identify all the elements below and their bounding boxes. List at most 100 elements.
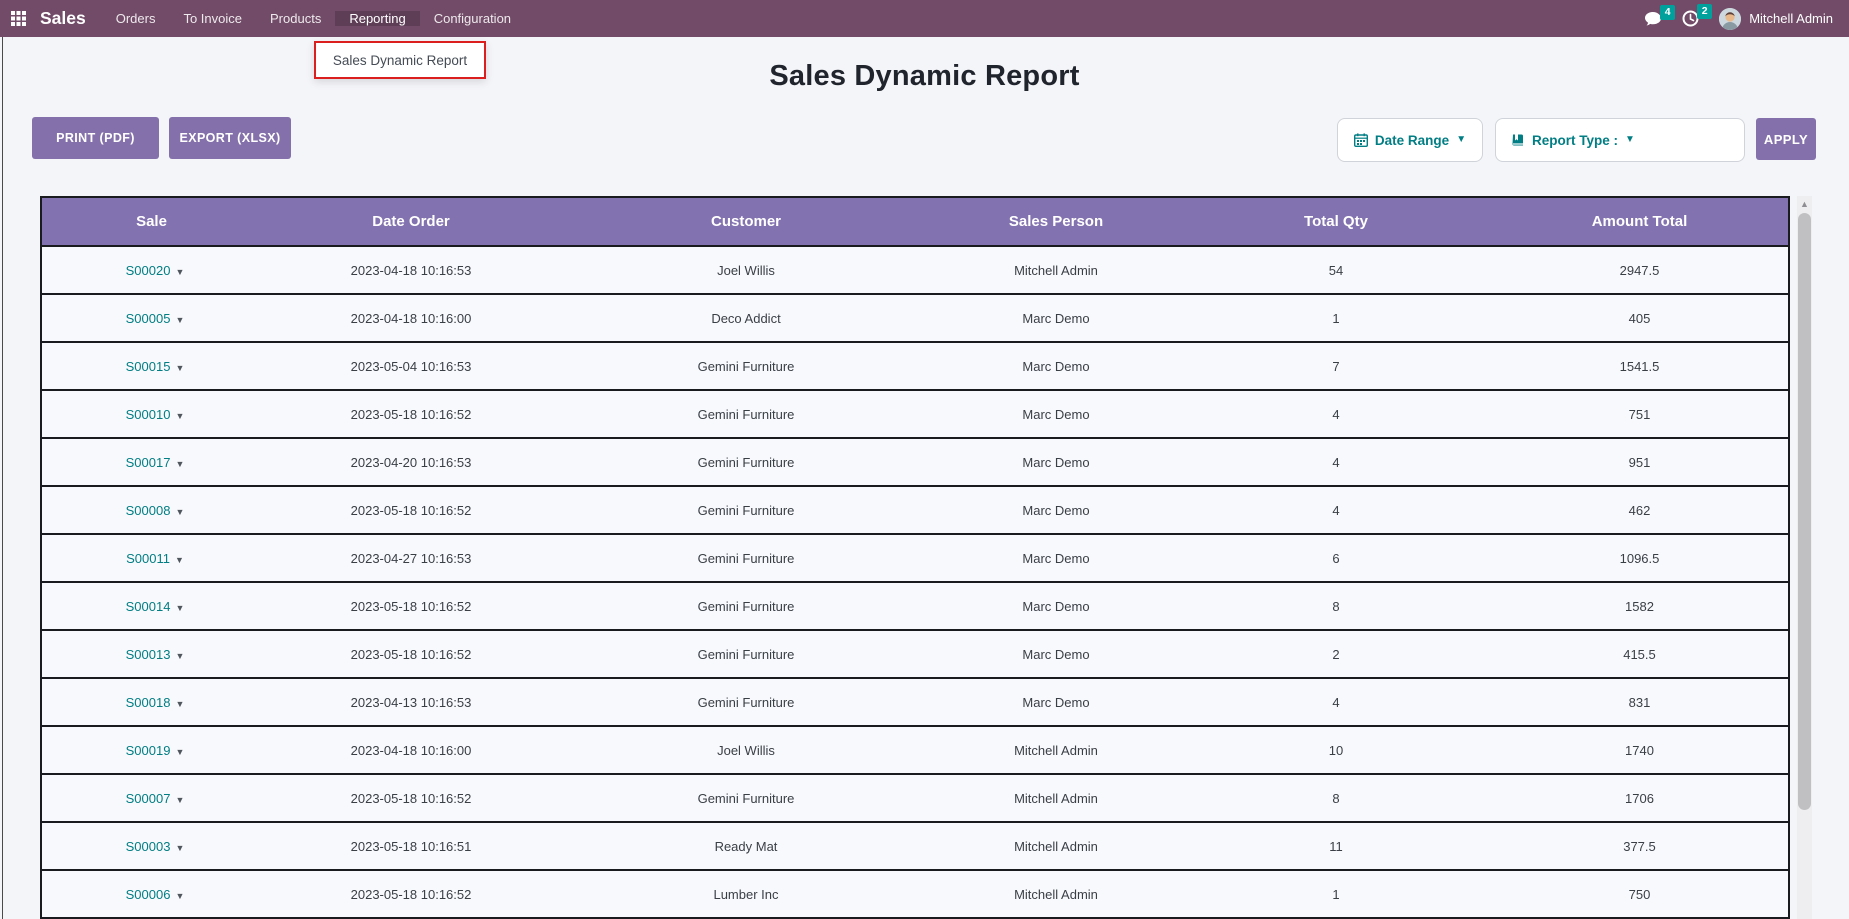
caret-down-icon[interactable]: ▼ bbox=[175, 747, 184, 757]
cell-total-qty: 4 bbox=[1181, 438, 1491, 486]
table-row: S00005▼ 2023-04-18 10:16:00 Deco Addict … bbox=[41, 294, 1789, 342]
caret-down-icon[interactable]: ▼ bbox=[175, 411, 184, 421]
cell-date-order: 2023-05-18 10:16:51 bbox=[261, 822, 561, 870]
cell-date-order: 2023-04-27 10:16:53 bbox=[261, 534, 561, 582]
table-row: S00011 ▼ 2023-04-27 10:16:53 Gemini Furni… bbox=[41, 534, 1789, 582]
cell-date-order: 2023-05-04 10:16:53 bbox=[261, 342, 561, 390]
cell-amount-total: 750 bbox=[1491, 870, 1789, 918]
sale-order-link[interactable]: S00013 bbox=[126, 647, 171, 662]
cell-amount-total: 1541.5 bbox=[1491, 342, 1789, 390]
report-table-body: S00020▼ 2023-04-18 10:16:53 Joel Willis … bbox=[41, 246, 1789, 918]
cell-sale: S00011 ▼ bbox=[41, 534, 261, 582]
sale-order-link[interactable]: S00019 bbox=[126, 743, 171, 758]
sale-order-link[interactable]: S00003 bbox=[126, 839, 171, 854]
cell-total-qty: 8 bbox=[1181, 582, 1491, 630]
activities-clock-icon[interactable]: 2 bbox=[1682, 10, 1699, 27]
nav-item-products[interactable]: Products bbox=[256, 11, 335, 26]
user-avatar bbox=[1719, 8, 1741, 30]
caret-down-icon[interactable]: ▼ bbox=[175, 651, 184, 661]
nav-item-to-invoice[interactable]: To Invoice bbox=[169, 11, 256, 26]
user-name: Mitchell Admin bbox=[1749, 11, 1833, 26]
caret-down-icon[interactable]: ▼ bbox=[175, 555, 184, 565]
sale-order-link[interactable]: S00011 bbox=[126, 551, 170, 566]
user-menu[interactable]: Mitchell Admin bbox=[1719, 8, 1833, 30]
nav-item-orders[interactable]: Orders bbox=[102, 11, 170, 26]
sale-order-link[interactable]: S00017 bbox=[126, 455, 171, 470]
sale-order-link[interactable]: S00014 bbox=[126, 599, 171, 614]
caret-down-icon[interactable]: ▼ bbox=[175, 843, 184, 853]
caret-down-icon[interactable]: ▼ bbox=[175, 603, 184, 613]
cell-customer: Deco Addict bbox=[561, 294, 931, 342]
sale-order-link[interactable]: S00006 bbox=[126, 887, 171, 902]
cell-sales-person: Marc Demo bbox=[931, 582, 1181, 630]
sale-order-link[interactable]: S00018 bbox=[126, 695, 171, 710]
messages-icon[interactable]: 4 bbox=[1644, 11, 1662, 27]
activities-badge: 2 bbox=[1697, 4, 1712, 19]
nav-item-reporting[interactable]: Reporting bbox=[335, 11, 419, 26]
cell-total-qty: 6 bbox=[1181, 534, 1491, 582]
cell-sales-person: Marc Demo bbox=[931, 534, 1181, 582]
report-type-dropdown[interactable]: Report Type : ▼ bbox=[1495, 118, 1745, 162]
cell-total-qty: 10 bbox=[1181, 726, 1491, 774]
cell-total-qty: 4 bbox=[1181, 486, 1491, 534]
cell-customer: Gemini Furniture bbox=[561, 438, 931, 486]
cell-sale: S00006 ▼ bbox=[41, 870, 261, 918]
sale-order-link[interactable]: S00008 bbox=[126, 503, 171, 518]
cell-sales-person: Marc Demo bbox=[931, 390, 1181, 438]
cell-sale: S00007 ▼ bbox=[41, 774, 261, 822]
caret-down-icon[interactable]: ▼ bbox=[175, 363, 184, 373]
app-brand[interactable]: Sales bbox=[36, 8, 102, 29]
print-pdf-button[interactable]: PRINT (PDF) bbox=[32, 117, 159, 159]
table-header-row: Sale Date Order Customer Sales Person To… bbox=[41, 197, 1789, 246]
cell-total-qty: 7 bbox=[1181, 342, 1491, 390]
cell-customer: Gemini Furniture bbox=[561, 342, 931, 390]
cell-date-order: 2023-05-18 10:16:52 bbox=[261, 486, 561, 534]
caret-down-icon[interactable]: ▼ bbox=[175, 459, 184, 469]
date-range-label: Date Range bbox=[1375, 133, 1449, 148]
cell-sale: S00017 ▼ bbox=[41, 438, 261, 486]
top-navbar: Sales Orders To Invoice Products Reporti… bbox=[0, 0, 1849, 37]
cell-sale: S00003 ▼ bbox=[41, 822, 261, 870]
cell-sale: S00015 ▼ bbox=[41, 342, 261, 390]
cell-amount-total: 951 bbox=[1491, 438, 1789, 486]
nav-item-configuration[interactable]: Configuration bbox=[420, 11, 525, 26]
caret-down-icon[interactable]: ▼ bbox=[175, 795, 184, 805]
cell-date-order: 2023-04-18 10:16:00 bbox=[261, 294, 561, 342]
caret-down-icon[interactable]: ▼ bbox=[175, 507, 184, 517]
book-icon bbox=[1511, 133, 1525, 147]
table-row: S00007▼ 2023-05-18 10:16:52 Gemini Furni… bbox=[41, 774, 1789, 822]
cell-sales-person: Marc Demo bbox=[931, 630, 1181, 678]
cell-amount-total: 415.5 bbox=[1491, 630, 1789, 678]
table-row: S00020▼ 2023-04-18 10:16:53 Joel Willis … bbox=[41, 246, 1789, 294]
cell-amount-total: 1096.5 bbox=[1491, 534, 1789, 582]
sale-order-link[interactable]: S00010 bbox=[126, 407, 171, 422]
date-range-dropdown[interactable]: Date Range ▼ bbox=[1337, 118, 1483, 162]
caret-down-icon[interactable]: ▼ bbox=[175, 315, 184, 325]
table-row: S00006▼ 2023-05-18 10:16:52 Lumber Inc M… bbox=[41, 870, 1789, 918]
caret-down-icon[interactable]: ▼ bbox=[175, 267, 184, 277]
sale-order-link[interactable]: S00005 bbox=[126, 311, 171, 326]
table-row: S00017▼ 2023-04-20 10:16:53 Gemini Furni… bbox=[41, 438, 1789, 486]
cell-amount-total: 2947.5 bbox=[1491, 246, 1789, 294]
export-xlsx-button[interactable]: EXPORT (XLSX) bbox=[169, 117, 291, 159]
sales-report-table: Sale Date Order Customer Sales Person To… bbox=[40, 196, 1790, 919]
scroll-up-icon[interactable]: ▲ bbox=[1800, 196, 1809, 212]
apply-button[interactable]: APPLY bbox=[1756, 118, 1816, 160]
cell-amount-total: 1706 bbox=[1491, 774, 1789, 822]
cell-customer: Gemini Furniture bbox=[561, 534, 931, 582]
apps-grid-icon[interactable] bbox=[0, 11, 36, 26]
sale-order-link[interactable]: S00020 bbox=[126, 263, 171, 278]
table-row: S00010▼ 2023-05-18 10:16:52 Gemini Furni… bbox=[41, 390, 1789, 438]
cell-total-qty: 8 bbox=[1181, 774, 1491, 822]
cell-date-order: 2023-04-13 10:16:53 bbox=[261, 678, 561, 726]
cell-sales-person: Marc Demo bbox=[931, 438, 1181, 486]
cell-customer: Gemini Furniture bbox=[561, 678, 931, 726]
vertical-scrollbar-thumb[interactable] bbox=[1798, 213, 1811, 810]
sale-order-link[interactable]: S00015 bbox=[126, 359, 171, 374]
caret-down-icon[interactable]: ▼ bbox=[175, 699, 184, 709]
sale-order-link[interactable]: S00007 bbox=[126, 791, 171, 806]
caret-down-icon: ▼ bbox=[1625, 135, 1635, 145]
cell-sale: S00013 ▼ bbox=[41, 630, 261, 678]
cell-total-qty: 4 bbox=[1181, 678, 1491, 726]
caret-down-icon[interactable]: ▼ bbox=[175, 891, 184, 901]
